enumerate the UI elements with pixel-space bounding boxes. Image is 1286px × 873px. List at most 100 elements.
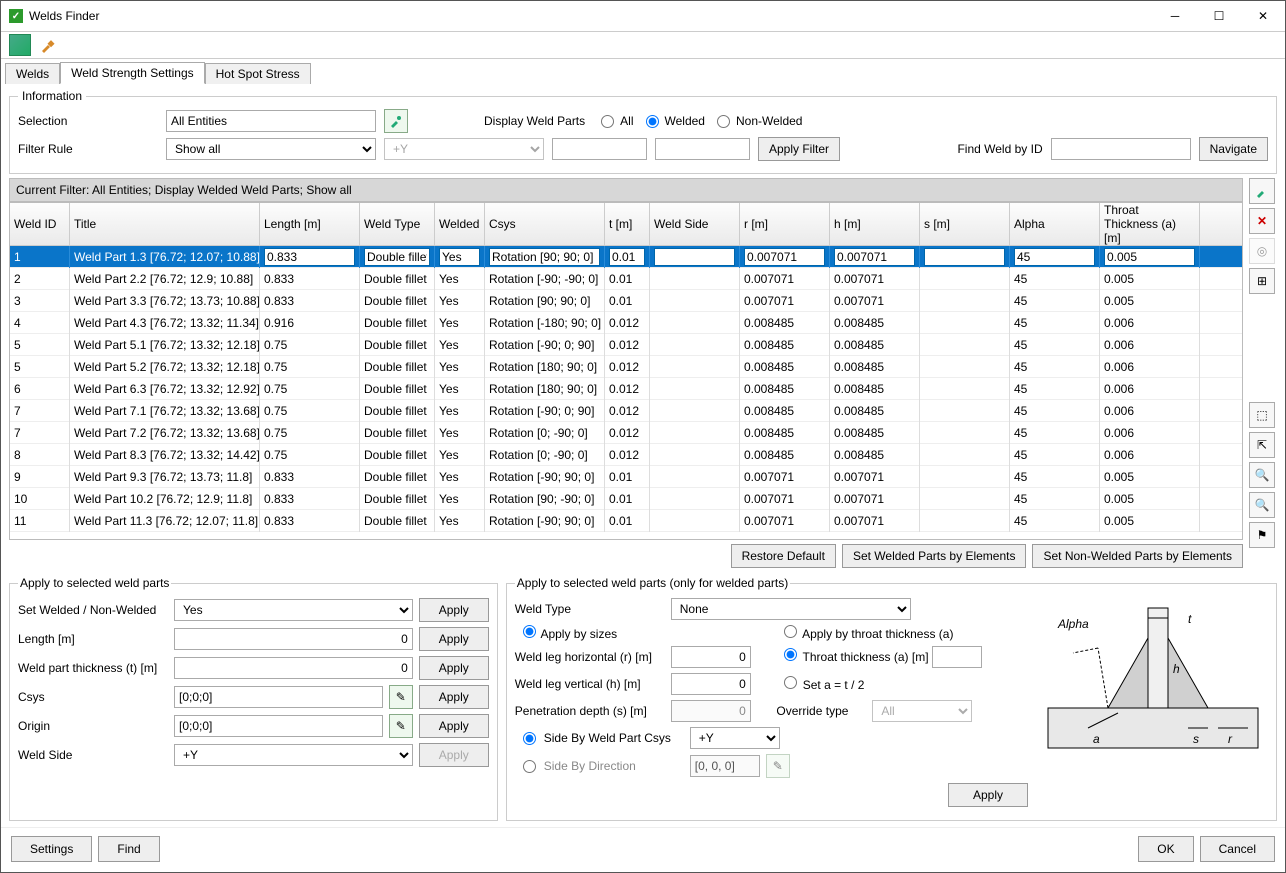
radio-set-a[interactable] [784, 676, 797, 689]
table-row[interactable]: 10Weld Part 10.2 [76.72; 12.9; 11.8]0.83… [10, 488, 1242, 510]
cell-editor[interactable] [439, 248, 480, 266]
table-row[interactable]: 1Weld Part 1.3 [76.72; 12.07; 10.88] [10, 246, 1242, 268]
axis-select: +Y [384, 138, 544, 160]
filter-text-1[interactable] [552, 138, 647, 160]
set-non-welded-button[interactable]: Set Non-Welded Parts by Elements [1032, 544, 1243, 568]
apply-length-button[interactable]: Apply [419, 627, 489, 651]
window-title: Welds Finder [29, 9, 99, 23]
weld-type-select[interactable]: None [671, 598, 911, 620]
cell-editor[interactable] [654, 248, 735, 266]
radio-apply-throat[interactable] [784, 625, 797, 638]
table-row[interactable]: 6Weld Part 6.3 [76.72; 13.32; 12.92]0.75… [10, 378, 1242, 400]
filter-rule-label: Filter Rule [18, 142, 158, 156]
side-zoom2-icon[interactable]: 🔍 [1249, 492, 1275, 518]
filter-rule-select[interactable]: Show all [166, 138, 376, 160]
table-row[interactable]: 7Weld Part 7.1 [76.72; 13.32; 13.68]0.75… [10, 400, 1242, 422]
cell-editor[interactable] [924, 248, 1005, 266]
table-row[interactable]: 9Weld Part 9.3 [76.72; 13.73; 11.8]0.833… [10, 466, 1242, 488]
origin-pick-icon[interactable]: ✎ [389, 714, 413, 738]
side-flag-icon[interactable]: ⚑ [1249, 522, 1275, 548]
radio-side-csys[interactable] [523, 732, 536, 745]
cell-editor[interactable] [834, 248, 915, 266]
grid-header: Weld ID Title Length [m] Weld Type Welde… [10, 203, 1242, 246]
table-row[interactable]: 7Weld Part 7.2 [76.72; 13.32; 13.68]0.75… [10, 422, 1242, 444]
selection-input[interactable] [166, 110, 376, 132]
cell-editor[interactable] [264, 248, 355, 266]
leg-h-input[interactable] [671, 646, 751, 668]
tool-panels-icon[interactable] [9, 34, 31, 56]
radio-all[interactable] [601, 115, 614, 128]
side-target-icon: ◎ [1249, 238, 1275, 264]
radio-welded[interactable] [646, 115, 659, 128]
settings-button[interactable]: Settings [11, 836, 92, 862]
side-dir-pick-icon: ✎ [766, 754, 790, 778]
side-export-icon[interactable]: ⇱ [1249, 432, 1275, 458]
radio-apply-sizes[interactable] [523, 625, 536, 638]
radio-non-welded[interactable] [717, 115, 730, 128]
apply-thickness-button[interactable]: Apply [419, 656, 489, 680]
leg-v-input[interactable] [671, 673, 751, 695]
find-button[interactable]: Find [98, 836, 159, 862]
info-group: Information Selection Display Weld Parts… [9, 89, 1277, 174]
apply-right-button[interactable]: Apply [948, 783, 1028, 807]
radio-throat-thickness[interactable] [784, 648, 797, 661]
cell-editor[interactable] [609, 248, 645, 266]
selection-label: Selection [18, 114, 158, 128]
side-scope-icon[interactable]: ⊞ [1249, 268, 1275, 294]
throat-input[interactable] [932, 646, 982, 668]
restore-default-button[interactable]: Restore Default [731, 544, 836, 568]
table-row[interactable]: 8Weld Part 8.3 [76.72; 13.32; 14.42]0.75… [10, 444, 1242, 466]
cell-editor[interactable] [364, 248, 430, 266]
table-row[interactable]: 3Weld Part 3.3 [76.72; 13.73; 10.88]0.83… [10, 290, 1242, 312]
filter-text-2[interactable] [655, 138, 750, 160]
find-weld-input[interactable] [1051, 138, 1191, 160]
minimize-button[interactable]: ─ [1153, 1, 1197, 31]
right-apply-group: Apply to selected weld parts (only for w… [506, 576, 1277, 821]
override-select: All [872, 700, 972, 722]
thickness-input[interactable] [174, 657, 413, 679]
tab-weld-strength[interactable]: Weld Strength Settings [60, 62, 205, 84]
set-welded-select[interactable]: Yes [174, 599, 413, 621]
table-row[interactable]: 4Weld Part 4.3 [76.72; 13.32; 11.34]0.91… [10, 312, 1242, 334]
table-row[interactable]: 5Weld Part 5.1 [76.72; 13.32; 12.18]0.75… [10, 334, 1242, 356]
side-csys-select[interactable]: +Y [690, 727, 780, 749]
grid-body[interactable]: 1Weld Part 1.3 [76.72; 12.07; 10.88]2Wel… [10, 246, 1242, 539]
cell-editor[interactable] [1104, 248, 1195, 266]
side-pick-icon[interactable] [1249, 178, 1275, 204]
csys-input[interactable] [174, 686, 383, 708]
cell-editor[interactable] [489, 248, 600, 266]
apply-csys-button[interactable]: Apply [419, 685, 489, 709]
svg-text:Alpha: Alpha [1057, 617, 1089, 631]
cancel-button[interactable]: Cancel [1200, 836, 1275, 862]
tab-welds[interactable]: Welds [5, 63, 60, 84]
tab-hot-spot[interactable]: Hot Spot Stress [205, 63, 311, 84]
titlebar: ✓ Welds Finder ─ ☐ ✕ [1, 1, 1285, 31]
side-zoom-icon[interactable]: 🔍 [1249, 462, 1275, 488]
origin-input[interactable] [174, 715, 383, 737]
cell-editor[interactable] [1014, 248, 1095, 266]
maximize-button[interactable]: ☐ [1197, 1, 1241, 31]
tool-brush-icon[interactable] [37, 34, 59, 56]
weld-side-select[interactable]: +Y [174, 744, 413, 766]
table-row[interactable]: 2Weld Part 2.2 [76.72; 12.9; 10.88]0.833… [10, 268, 1242, 290]
set-welded-button[interactable]: Set Welded Parts by Elements [842, 544, 1027, 568]
close-button[interactable]: ✕ [1241, 1, 1285, 31]
side-select-icon[interactable]: ⬚ [1249, 402, 1275, 428]
apply-welded-button[interactable]: Apply [419, 598, 489, 622]
side-delete-icon[interactable]: ✕ [1249, 208, 1275, 234]
length-input[interactable] [174, 628, 413, 650]
apply-filter-button[interactable]: Apply Filter [758, 137, 840, 161]
csys-pick-icon[interactable]: ✎ [389, 685, 413, 709]
radio-side-dir[interactable] [523, 760, 536, 773]
svg-text:t: t [1188, 612, 1192, 626]
find-weld-label: Find Weld by ID [957, 142, 1042, 156]
side-toolbar: ✕ ◎ ⊞ ⬚ ⇱ 🔍 🔍 ⚑ [1247, 178, 1277, 568]
ok-button[interactable]: OK [1138, 836, 1193, 862]
cell-editor[interactable] [744, 248, 825, 266]
selection-pick-button[interactable] [384, 109, 408, 133]
navigate-button[interactable]: Navigate [1199, 137, 1268, 161]
apply-origin-button[interactable]: Apply [419, 714, 489, 738]
pen-input [671, 700, 751, 722]
table-row[interactable]: 11Weld Part 11.3 [76.72; 12.07; 11.8]0.8… [10, 510, 1242, 532]
table-row[interactable]: 5Weld Part 5.2 [76.72; 13.32; 12.18]0.75… [10, 356, 1242, 378]
